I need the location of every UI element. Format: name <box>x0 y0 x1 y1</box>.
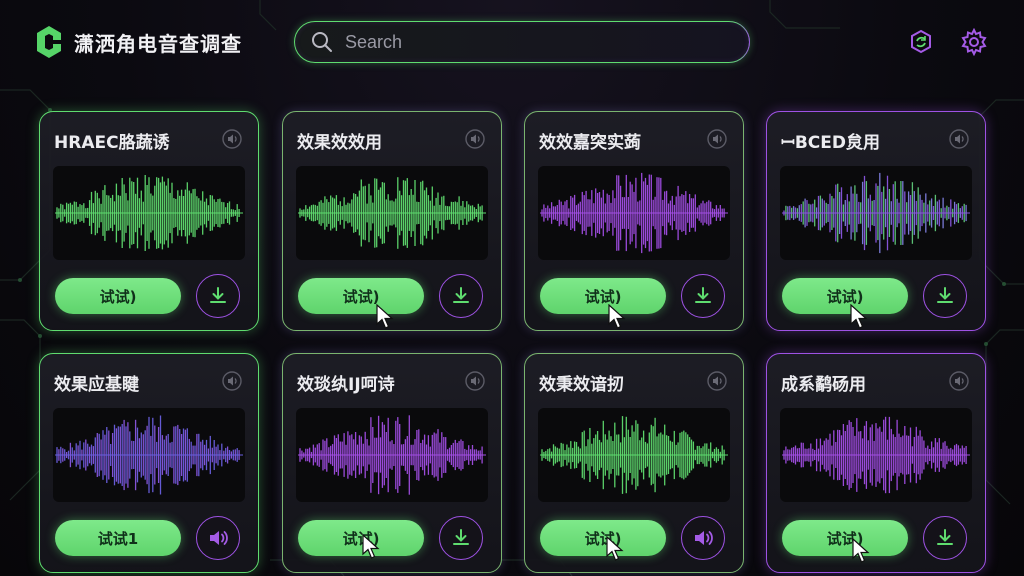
waveform-bars <box>55 415 243 495</box>
waveform-bars <box>55 175 243 251</box>
waveform <box>780 166 972 260</box>
download-button[interactable] <box>439 274 483 318</box>
try-button[interactable]: 试试) <box>298 278 424 314</box>
try-button[interactable]: 试试) <box>540 278 666 314</box>
download-icon <box>210 287 226 303</box>
card-title: 效琰纨IJ呵诗 <box>297 375 395 395</box>
card-title: HRAEC胳蔬诱 <box>54 133 170 153</box>
volume-icon[interactable] <box>222 129 242 149</box>
try-button[interactable]: 试试) <box>298 520 424 556</box>
download-icon <box>695 287 711 303</box>
waveform-bars <box>298 415 486 495</box>
card-title: 效果应基睷 <box>54 375 139 395</box>
app-title: 潇洒角电音查调查 <box>74 31 242 56</box>
hexagon-logo-icon <box>37 26 61 58</box>
sound-card[interactable]: 效琰纨IJ呵诗 试试) <box>282 353 502 573</box>
waveform-bars <box>540 172 728 254</box>
waveform <box>53 166 245 260</box>
sound-card[interactable]: ꟷBCED炱用 试试) <box>766 111 986 331</box>
sound-card[interactable]: HRAEC胳蔬诱 试试) <box>39 111 259 331</box>
waveform <box>296 408 488 502</box>
try-button[interactable]: 试试) <box>540 520 666 556</box>
sound-card[interactable]: 效果效效用 试试) <box>282 111 502 331</box>
card-title: 效效嘉突实蒟 <box>539 133 641 153</box>
try-button[interactable]: 试试) <box>55 278 181 314</box>
volume-icon[interactable] <box>949 371 969 391</box>
hexagon-sync-icon[interactable] <box>907 28 935 56</box>
card-title: 效秉效谙扨 <box>539 375 624 395</box>
volume-icon[interactable] <box>465 129 485 149</box>
download-icon <box>937 529 953 545</box>
sound-card[interactable]: 效效嘉突实蒟 试试) <box>524 111 744 331</box>
waveform-bars <box>540 416 728 494</box>
download-button[interactable] <box>439 516 483 560</box>
card-title: 效果效效用 <box>297 133 382 153</box>
speaker-icon <box>210 531 228 545</box>
search-bar[interactable] <box>294 21 750 63</box>
download-button[interactable] <box>681 274 725 318</box>
gear-icon[interactable] <box>960 28 988 56</box>
card-title: 成系鹬砀用 <box>781 375 866 395</box>
brand[interactable]: 潇洒角电音查调查 <box>34 24 242 60</box>
speaker-icon <box>695 531 713 545</box>
app-window: 潇洒角电音查调查 HRAEC胳蔬诱 试试) 效果效效用 试试) 效 <box>0 0 1024 576</box>
download-icon <box>937 287 953 303</box>
sound-card[interactable]: 效秉效谙扨 试试) <box>524 353 744 573</box>
sound-card[interactable]: 效果应基睷 试试1 <box>39 353 259 573</box>
speaker-button[interactable] <box>196 516 240 560</box>
try-button[interactable]: 试试) <box>782 278 908 314</box>
waveform-bars <box>298 177 486 249</box>
try-button[interactable]: 试试1 <box>55 520 181 556</box>
search-input[interactable] <box>343 30 727 54</box>
waveform <box>538 166 730 260</box>
download-button[interactable] <box>923 516 967 560</box>
speaker-button[interactable] <box>681 516 725 560</box>
waveform <box>780 408 972 502</box>
download-button[interactable] <box>196 274 240 318</box>
try-button[interactable]: 试试) <box>782 520 908 556</box>
volume-icon[interactable] <box>707 129 727 149</box>
waveform-bars <box>782 172 970 254</box>
card-title: ꟷBCED炱用 <box>781 133 880 153</box>
volume-icon[interactable] <box>465 371 485 391</box>
search-icon <box>312 32 332 52</box>
sound-card[interactable]: 成系鹬砀用 试试) <box>766 353 986 573</box>
volume-icon[interactable] <box>222 371 242 391</box>
volume-icon[interactable] <box>707 371 727 391</box>
download-button[interactable] <box>923 274 967 318</box>
waveform-bars <box>782 416 970 494</box>
volume-icon[interactable] <box>949 129 969 149</box>
waveform <box>296 166 488 260</box>
download-icon <box>453 287 469 303</box>
download-icon <box>453 529 469 545</box>
waveform <box>53 408 245 502</box>
waveform <box>538 408 730 502</box>
